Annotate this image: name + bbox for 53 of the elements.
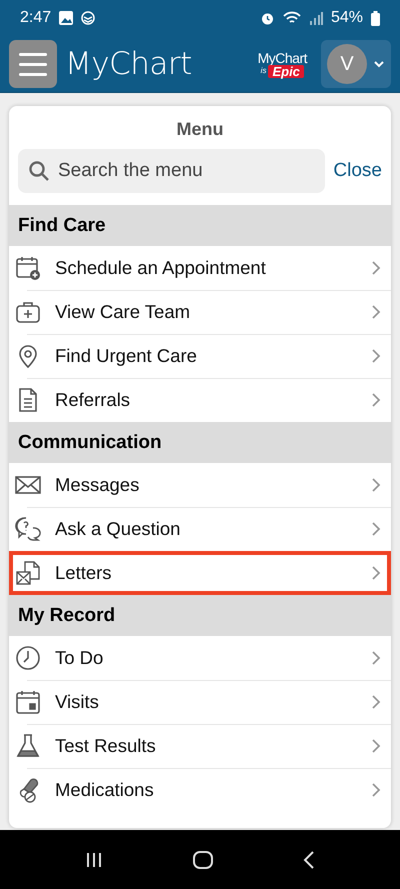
layers-icon: [81, 11, 96, 25]
menu-title: Menu: [176, 118, 224, 141]
menu-item[interactable]: To Do: [9, 636, 391, 680]
recent-apps-icon[interactable]: [85, 852, 103, 868]
chevron-right-icon: [371, 782, 381, 798]
menu-item[interactable]: Medications: [9, 768, 391, 812]
wifi-icon: [282, 10, 301, 26]
close-link[interactable]: Close: [333, 160, 382, 182]
chevron-right-icon: [371, 738, 381, 754]
back-icon[interactable]: [303, 850, 315, 868]
section-header: Communication: [9, 422, 391, 463]
menu-item[interactable]: Letters: [9, 551, 391, 595]
section-header: My Record: [9, 595, 391, 636]
chevron-right-icon: [371, 521, 381, 537]
calendar-icon: [15, 689, 41, 715]
menu-item[interactable]: Messages: [9, 463, 391, 507]
search-field[interactable]: Search the menu: [18, 149, 326, 193]
menu-item[interactable]: View Care Team: [9, 290, 391, 334]
calendar-icon: [15, 255, 41, 281]
menu-item[interactable]: Ask a Question: [9, 507, 391, 551]
search-icon: [28, 160, 50, 182]
home-icon[interactable]: [193, 850, 213, 868]
badge-is-text: is: [260, 67, 266, 75]
chevron-right-icon: [371, 565, 381, 581]
menu-button[interactable]: [9, 40, 57, 88]
flask-icon: [15, 733, 41, 759]
chevron-right-icon: [371, 650, 381, 666]
brand-badge: Epic: [268, 64, 304, 78]
chevron-right-icon: [371, 260, 381, 276]
clock-time: 2:47: [20, 9, 52, 27]
menu-item[interactable]: Find Urgent Care: [9, 334, 391, 378]
alarm-icon: [260, 10, 275, 26]
signal-icon: [308, 11, 323, 25]
chevron-right-icon: [371, 304, 381, 320]
image-icon: [59, 11, 74, 25]
chevron-right-icon: [371, 694, 381, 710]
badge-logo-text: MyChart: [258, 50, 307, 64]
battery-icon: [371, 10, 380, 26]
clock-icon: [15, 645, 41, 671]
chevron-right-icon: [371, 477, 381, 493]
chevron-right-icon: [371, 348, 381, 364]
letter-envelope-icon: [15, 560, 41, 586]
chevron-right-icon: [371, 392, 381, 408]
medical-bag-icon: [15, 299, 41, 325]
section-header: Find Care: [9, 205, 391, 246]
battery-percent: 54%: [330, 9, 363, 27]
menu-item[interactable]: Test Results: [9, 724, 391, 768]
menu-item[interactable]: Referrals: [9, 378, 391, 422]
chevron-down-icon: [373, 60, 385, 68]
menu-item[interactable]: Visits: [9, 680, 391, 724]
menu-item[interactable]: Schedule an Appointment: [9, 246, 391, 290]
question-bubble-icon: [15, 516, 41, 542]
app-logo: MyChart: [65, 46, 192, 82]
